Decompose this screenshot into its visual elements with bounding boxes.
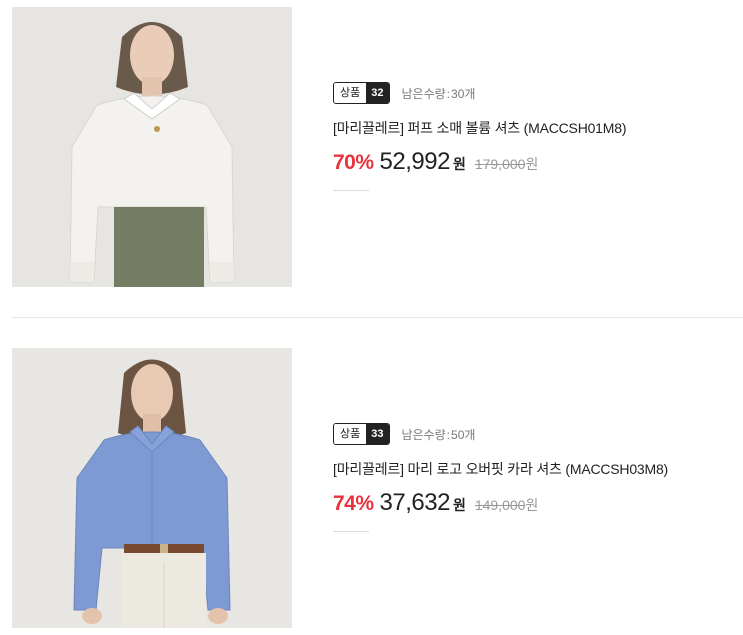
product-title-link[interactable]: [마리끌레르] 퍼프 소매 볼륨 셔츠 (MACCSH01M8) — [333, 118, 738, 138]
sale-price: 37,632 — [379, 489, 451, 516]
sale-currency: 원 — [452, 156, 466, 172]
sale-price: 52,992 — [379, 148, 451, 175]
product-item: 상품 32 남은수량:30개 [마리끌레르] 퍼프 소매 볼륨 셔츠 (MACC… — [0, 0, 743, 300]
badge-number: 33 — [366, 424, 389, 444]
badge-number: 32 — [366, 83, 389, 103]
remaining-value: 50개 — [451, 427, 476, 442]
remaining-sep: : — [446, 86, 451, 101]
original-price: 179,000 — [474, 156, 526, 172]
remaining-label: 남은수량 — [401, 427, 446, 442]
model-blue-shirt-photo — [12, 348, 292, 628]
product-info: 상품 32 남은수량:30개 [마리끌레르] 퍼프 소매 볼륨 셔츠 (MACC… — [333, 81, 738, 191]
remaining-label: 남은수량 — [401, 86, 446, 101]
product-badge: 상품 33 — [333, 423, 390, 445]
badge-label: 상품 — [334, 424, 367, 444]
product-image-link[interactable] — [12, 7, 292, 287]
original-price: 149,000 — [474, 497, 526, 513]
remaining-sep: : — [446, 427, 451, 442]
product-item: 상품 33 남은수량:50개 [마리끌레르] 마리 로고 오버핏 카라 셔츠 (… — [0, 341, 743, 635]
badge-label: 상품 — [334, 83, 367, 103]
product-title-link[interactable]: [마리끌레르] 마리 로고 오버핏 카라 셔츠 (MACCSH03M8) — [333, 459, 738, 479]
product-badge: 상품 32 — [333, 82, 390, 104]
remaining-quantity: 남은수량:50개 — [402, 426, 476, 443]
product-list: 상품 32 남은수량:30개 [마리끌레르] 퍼프 소매 볼륨 셔츠 (MACC… — [0, 0, 743, 635]
sale-currency: 원 — [452, 497, 466, 513]
item-divider — [12, 317, 743, 318]
price-row: 70% 52,992 원 179,000 원 — [333, 148, 738, 176]
model-white-shirt-photo — [12, 7, 292, 287]
original-currency: 원 — [525, 156, 539, 172]
remaining-quantity: 남은수량:30개 — [402, 85, 476, 102]
price-row: 74% 37,632 원 149,000 원 — [333, 489, 738, 517]
original-currency: 원 — [525, 497, 539, 513]
badge-row: 상품 33 남은수량:50개 — [333, 422, 738, 446]
badge-row: 상품 32 남은수량:30개 — [333, 81, 738, 105]
product-image-link[interactable] — [12, 348, 292, 628]
discount-rate: 74% — [333, 492, 374, 515]
product-info: 상품 33 남은수량:50개 [마리끌레르] 마리 로고 오버핏 카라 셔츠 (… — [333, 422, 738, 532]
remaining-value: 30개 — [451, 86, 476, 101]
discount-rate: 70% — [333, 151, 374, 174]
short-divider — [333, 190, 369, 191]
short-divider — [333, 531, 369, 532]
